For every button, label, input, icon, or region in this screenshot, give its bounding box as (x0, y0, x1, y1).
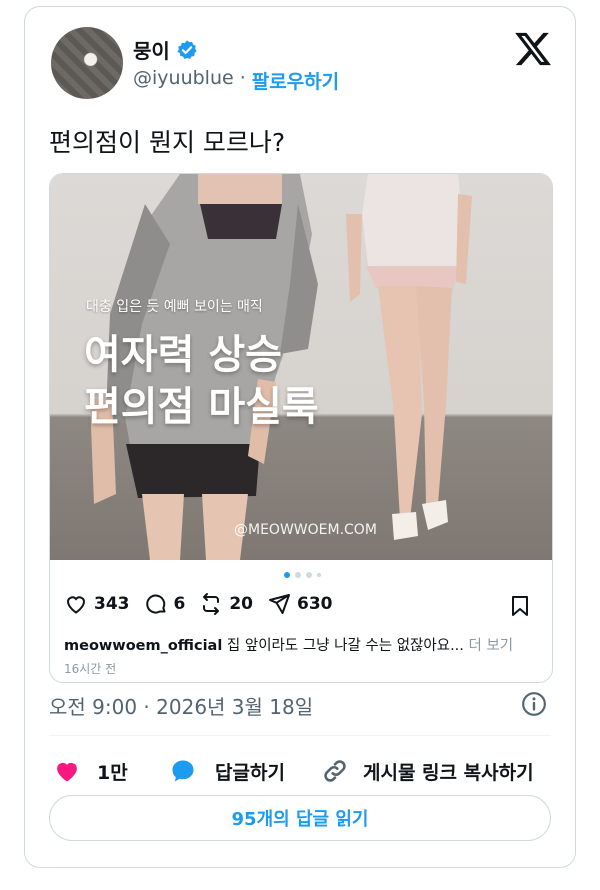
caption-more-link[interactable]: 더 보기 (469, 638, 514, 654)
divider (49, 735, 551, 736)
caption-text: 집 앞이라도 그냥 나갈 수는 없잖아요... (226, 638, 464, 654)
embed-share-button[interactable]: 630 (267, 592, 333, 616)
overlay-subtitle: 대충 입은 듯 예뻐 보이는 매직 (86, 299, 263, 315)
comment-icon (145, 594, 165, 614)
carousel-dot[interactable] (295, 572, 301, 578)
embed-like-button[interactable]: 343 (64, 592, 130, 616)
embed-caption: meowwoem_official 집 앞이라도 그냥 나갈 수는 없잖아요..… (64, 634, 513, 655)
embed-actions: 343 6 20 630 (64, 592, 333, 616)
carousel-dot[interactable] (317, 573, 321, 577)
author-handle[interactable]: @iyuublue (133, 67, 234, 94)
embed-time-ago: 16시간 전 (64, 662, 117, 676)
like-count: 1만 (97, 761, 128, 784)
embed-comment-count: 6 (173, 594, 186, 614)
info-icon[interactable] (521, 691, 547, 717)
overlay-title-line2: 편의점 마실룩 (84, 384, 319, 430)
overlay-title-line1: 여자력 상승 (84, 332, 282, 378)
embed-comment-button[interactable]: 6 (144, 592, 186, 616)
like-button[interactable]: 1만 (53, 757, 128, 785)
reply-button[interactable]: 답글하기 (169, 757, 285, 785)
send-icon (269, 594, 291, 614)
carousel-dots[interactable] (284, 572, 321, 578)
reply-bubble-icon (172, 760, 194, 782)
read-replies-button[interactable]: 95개의 답글 읽기 (49, 795, 551, 841)
author-handle-row: @iyuublue · 팔로우하기 (133, 67, 339, 94)
handle-separator: · (239, 67, 246, 89)
heart-icon (57, 762, 77, 782)
heart-icon (66, 596, 86, 614)
author-name-row: 뭉이 (133, 35, 198, 64)
follow-button[interactable]: 팔로우하기 (252, 67, 339, 94)
repost-icon (203, 593, 220, 615)
copy-link-label: 게시물 링크 복사하기 (363, 761, 534, 784)
avatar[interactable] (51, 27, 123, 99)
photo-watermark: @MEOWWOEM.COM (234, 522, 377, 538)
bookmark-icon[interactable] (508, 594, 532, 618)
tweet-card: 뭉이 @iyuublue · 팔로우하기 편의점이 뭔지 모르나? 대충 입은 … (24, 6, 576, 868)
link-icon (324, 760, 346, 782)
x-logo-icon[interactable] (513, 29, 553, 69)
embed-like-count: 343 (94, 594, 130, 614)
author-display-name[interactable]: 뭉이 (133, 35, 170, 64)
embed-photo[interactable]: 대충 입은 듯 예뻐 보이는 매직 여자력 상승 편의점 마실룩 @MEOWWO… (50, 174, 552, 560)
copy-link-button[interactable]: 게시물 링크 복사하기 (321, 757, 534, 785)
embed-share-count: 630 (297, 594, 333, 614)
carousel-dot-active[interactable] (284, 572, 290, 578)
reply-label: 답글하기 (215, 761, 285, 784)
embed-repost-button[interactable]: 20 (199, 592, 253, 616)
caption-username[interactable]: meowwoem_official (64, 638, 222, 654)
instagram-embed[interactable]: 대충 입은 듯 예뻐 보이는 매직 여자력 상승 편의점 마실룩 @MEOWWO… (49, 173, 553, 683)
verified-badge-icon (177, 39, 197, 59)
tweet-timestamp[interactable]: 오전 9:00 · 2026년 3월 18일 (49, 691, 313, 720)
embed-repost-count: 20 (229, 594, 254, 614)
tweet-text: 편의점이 뭔지 모르나? (49, 128, 286, 157)
carousel-dot[interactable] (306, 572, 312, 578)
